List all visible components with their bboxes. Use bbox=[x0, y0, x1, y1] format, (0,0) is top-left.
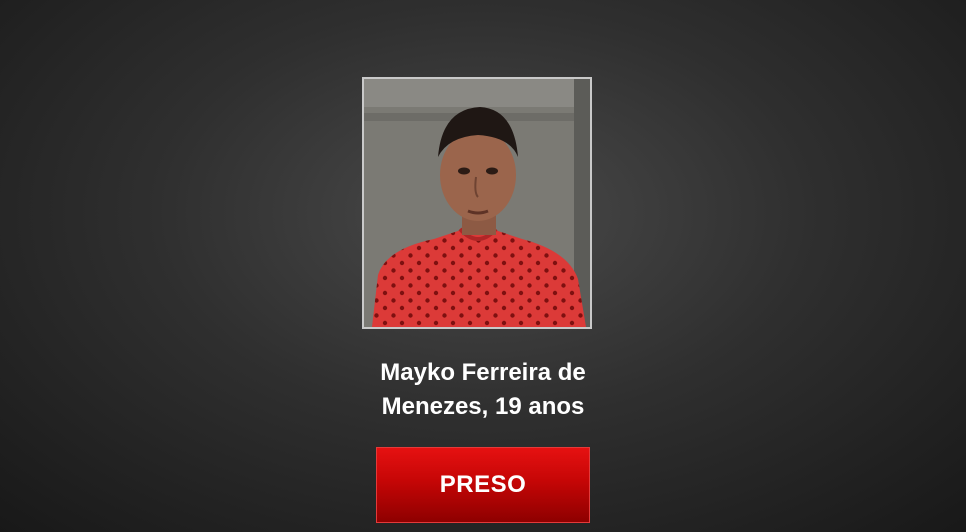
person-name-line-1: Mayko Ferreira de bbox=[380, 359, 586, 386]
person-card: Mayko Ferreira de Menezes, 19 anos PRESO bbox=[0, 0, 966, 532]
person-name: Mayko Ferreira de Menezes, 19 anos bbox=[333, 356, 633, 424]
person-photo bbox=[362, 77, 592, 329]
status-badge: PRESO bbox=[376, 447, 590, 523]
person-name-line-2: Menezes, 19 anos bbox=[381, 393, 585, 420]
